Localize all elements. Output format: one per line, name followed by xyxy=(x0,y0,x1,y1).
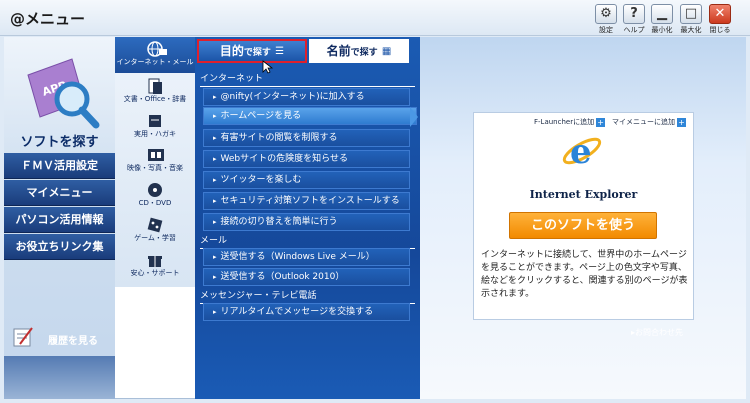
category-column: インターネット・メール 文書・Office・辞書 実用・ハガキ 映像・写真・音楽… xyxy=(115,37,195,287)
tab-search-by-purpose[interactable]: 目的で探す ☰ xyxy=(197,39,307,63)
maximize-icon: □ xyxy=(680,4,702,24)
category-label: インターネット・メール xyxy=(116,58,194,66)
category-practical-postcard[interactable]: 実用・ハガキ xyxy=(115,109,195,143)
category-label: CD・DVD xyxy=(138,199,172,207)
tab-purpose-small: で探す xyxy=(243,48,271,58)
minimize-button[interactable]: ▁ 最小化 xyxy=(648,4,676,36)
task-realtime-messages[interactable]: リアルタイムでメッセージを交換する xyxy=(203,303,410,321)
tab-search-by-name[interactable]: 名前で探す ▦ xyxy=(309,39,409,63)
task-view-homepage[interactable]: ホームページを見る xyxy=(203,107,417,125)
document-icon xyxy=(146,77,164,94)
section-internet: インターネット xyxy=(200,71,415,87)
history-label: 履歴を見る xyxy=(48,336,98,347)
help-label: ヘルプ xyxy=(623,26,645,34)
nav-pc-info[interactable]: パソコン活用情報 xyxy=(4,207,115,233)
category-games-learning[interactable]: ゲーム・学習 xyxy=(115,213,195,247)
close-label: 閉じる xyxy=(709,26,731,34)
category-documents[interactable]: 文書・Office・辞書 xyxy=(115,74,195,108)
nav-my-menu[interactable]: マイメニュー xyxy=(4,180,115,206)
dice-icon xyxy=(146,216,164,233)
category-label: 実用・ハガキ xyxy=(134,130,176,138)
selection-arrow xyxy=(410,107,418,127)
task-restrict-harmful-sites[interactable]: 有害サイトの閲覧を制限する xyxy=(203,129,410,147)
category-label: ゲーム・学習 xyxy=(134,234,176,242)
plus-icon: + xyxy=(677,117,686,127)
maximize-label: 最大化 xyxy=(680,26,702,34)
section-messenger: メッセンジャー・テレビ電話 xyxy=(200,288,415,304)
category-label: 安心・サポート xyxy=(130,269,180,277)
task-switch-connection[interactable]: 接続の切り替えを簡単に行う xyxy=(203,213,410,231)
task-join-nifty[interactable]: @nifty(インターネット)に加入する xyxy=(203,88,410,106)
history-button[interactable]: 履歴を見る xyxy=(10,324,110,354)
use-software-button[interactable]: このソフトを使う xyxy=(509,212,657,239)
minimize-icon: ▁ xyxy=(651,4,673,24)
svg-text:e: e xyxy=(570,132,592,172)
task-windows-live-mail[interactable]: 送受信する（Windows Live メール） xyxy=(203,248,410,266)
category-label: 映像・写真・音楽 xyxy=(127,164,183,172)
category-video-photo-music[interactable]: 映像・写真・音楽 xyxy=(115,143,195,177)
grid-icon: ▦ xyxy=(381,45,392,57)
section-mail: メール xyxy=(200,233,415,249)
gift-icon xyxy=(146,251,164,267)
settings-button[interactable]: ⚙ 設定 xyxy=(592,4,620,36)
minimize-label: 最小化 xyxy=(651,26,673,34)
category-label: 文書・Office・辞書 xyxy=(123,95,187,103)
internet-explorer-icon: e xyxy=(562,132,602,172)
plus-icon: + xyxy=(596,117,606,127)
history-background xyxy=(4,356,115,399)
task-install-security[interactable]: セキュリティ対策ソフトをインストールする xyxy=(203,192,410,210)
nav-useful-links[interactable]: お役立ちリンク集 xyxy=(4,234,115,260)
category-cd-dvd[interactable]: CD・DVD xyxy=(115,178,195,212)
task-outlook-2010[interactable]: 送受信する（Outlook 2010） xyxy=(203,268,410,286)
maximize-button[interactable]: □ 最大化 xyxy=(677,4,705,36)
tab-purpose-main: 目的 xyxy=(219,44,244,58)
software-name: Internet Explorer xyxy=(529,188,638,201)
add-mymenu-label: マイメニューに追加 xyxy=(612,118,675,126)
task-enjoy-twitter[interactable]: ツイッターを楽しむ xyxy=(203,171,410,189)
postcard-icon xyxy=(146,112,164,128)
software-description: インターネットに接続して、世界中のホームページを見ることができます。ページ上の色… xyxy=(481,250,688,299)
list-icon: ☰ xyxy=(275,45,285,57)
history-icon xyxy=(13,327,33,347)
app-title: @メニュー xyxy=(10,10,86,28)
close-button[interactable]: ✕ 閉じる xyxy=(706,4,734,36)
globe-mail-icon xyxy=(146,40,167,57)
settings-label: 設定 xyxy=(599,26,613,34)
find-software-heading: ソフトを探す xyxy=(20,135,99,150)
disc-icon xyxy=(146,181,164,197)
task-site-danger-level[interactable]: Webサイトの危険度を知らせる xyxy=(203,150,410,168)
tab-name-main: 名前 xyxy=(326,44,351,58)
app-search-logo-icon: APP xyxy=(27,58,100,129)
gear-icon: ⚙ xyxy=(595,4,617,24)
question-icon: ? xyxy=(623,4,645,24)
category-internet-mail[interactable]: インターネット・メール xyxy=(115,37,195,73)
add-to-flauncher-link[interactable]: F-Launcherに追加 + xyxy=(534,117,606,127)
tab-name-small: で探す xyxy=(350,48,378,58)
film-icon xyxy=(146,146,164,162)
help-button[interactable]: ? ヘルプ xyxy=(620,4,648,36)
add-flauncher-label: F-Launcherに追加 xyxy=(534,118,595,126)
close-icon: ✕ xyxy=(709,4,731,24)
contact-link[interactable]: ▸お問合わせ先 xyxy=(631,327,683,338)
category-security-support[interactable]: 安心・サポート xyxy=(115,248,195,282)
nav-fmv-settings[interactable]: ＦＭＶ活用設定 xyxy=(4,153,115,179)
add-to-mymenu-link[interactable]: マイメニューに追加 + xyxy=(612,117,686,127)
